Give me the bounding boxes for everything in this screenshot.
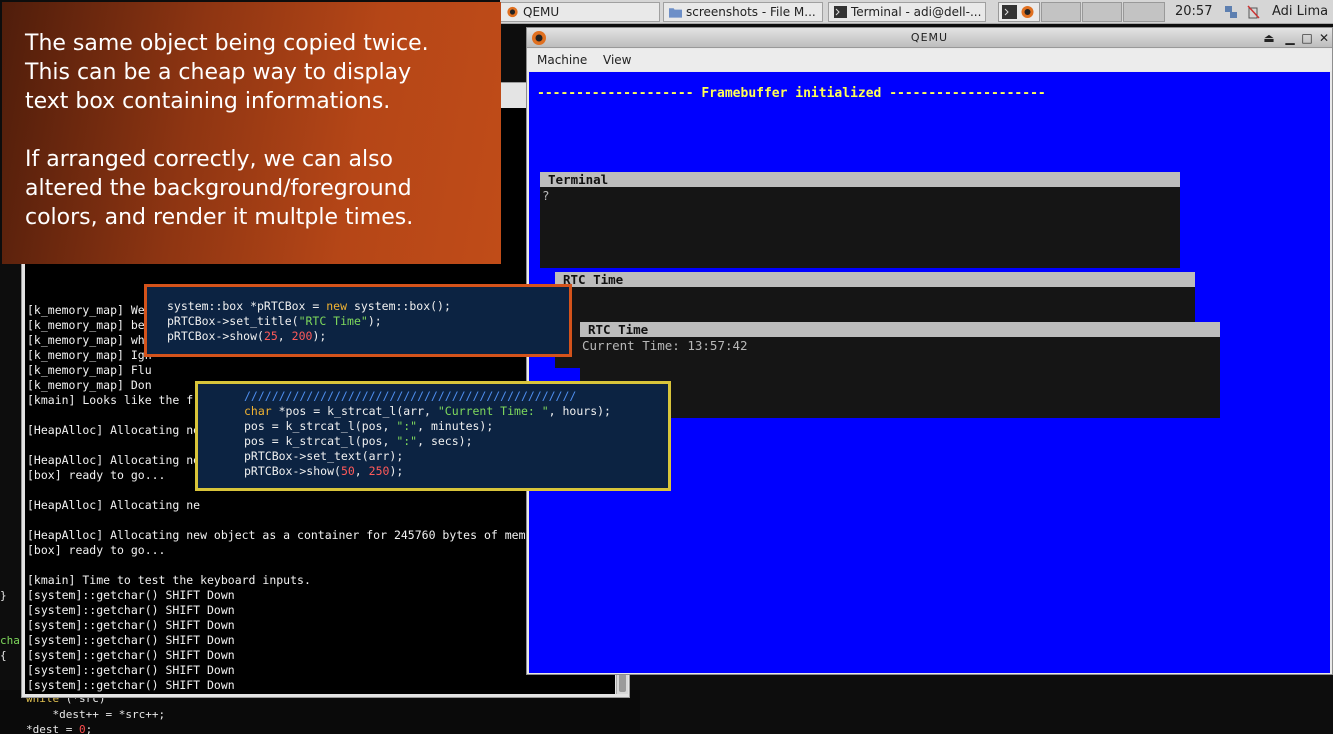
code-line: pRTCBox->set_title("RTC Time"); xyxy=(167,314,569,329)
code-line: pRTCBox->show(50, 250); xyxy=(244,464,668,479)
editor-line: *dest = 0; xyxy=(26,723,92,734)
qemu-icon xyxy=(507,6,518,18)
workspace-2[interactable] xyxy=(1041,2,1081,22)
code-text: pRTCBox->show( xyxy=(167,329,264,343)
taskbar-task-qemu[interactable]: QEMU xyxy=(500,2,660,22)
taskbar-task-terminal[interactable]: Terminal - adi@dell-... xyxy=(828,2,986,22)
terminal-line: [system]::getchar() SHIFT Down xyxy=(25,693,615,694)
terminal-icon xyxy=(834,6,847,18)
code-number: 50 xyxy=(340,464,355,478)
code-text: pRTCBox->set_title( xyxy=(167,314,299,328)
code-comment: ////////////////////////////////////////… xyxy=(244,389,577,403)
editor-line: *dest++ = *src++; xyxy=(26,708,166,721)
editor-text: ; xyxy=(85,723,93,734)
code-text: system::box(); xyxy=(347,299,451,313)
code-string: ":" xyxy=(396,434,418,448)
code-line: system::box *pRTCBox = new system::box()… xyxy=(167,299,569,314)
code-text: ); xyxy=(367,314,382,328)
task-label: QEMU xyxy=(523,5,560,19)
code-number: 25 xyxy=(263,329,278,343)
code-text: , minutes); xyxy=(417,419,494,433)
power-icon[interactable] xyxy=(1246,5,1260,19)
code-text: , secs); xyxy=(417,434,473,448)
clock[interactable]: 20:57 xyxy=(1175,4,1212,19)
code-string: ":" xyxy=(396,419,418,433)
editor-edge-brace: } xyxy=(0,589,7,602)
workspace-4[interactable] xyxy=(1123,2,1165,22)
minimize-icon[interactable]: ▁ xyxy=(1283,31,1297,45)
scrollbar-thumb[interactable] xyxy=(619,674,626,692)
code-number: 250 xyxy=(368,464,390,478)
code-string: "Current Time: " xyxy=(437,404,549,418)
workspace-3[interactable] xyxy=(1082,2,1122,22)
code-text: pRTCBox->show( xyxy=(244,464,341,478)
qemu-window: QEMU ⏏ ▁ □ ✕ Machine View --------------… xyxy=(526,27,1333,675)
code-callout-set-text: ////////////////////////////////////////… xyxy=(195,381,671,491)
code-text: pos = k_strcat_l(pos, xyxy=(244,434,397,448)
code-keyword: new xyxy=(326,299,348,313)
task-label: Terminal - adi@dell-... xyxy=(851,5,982,19)
menu-view[interactable]: View xyxy=(603,53,631,67)
fb-rtc-box-2: RTC Time Current Time: 13:57:42 xyxy=(580,322,1220,418)
workspace-1[interactable] xyxy=(998,2,1040,22)
fb-terminal-box: Terminal ? xyxy=(540,172,1180,268)
code-text: *pos = k_strcat_l(arr, xyxy=(271,404,438,418)
taskbar-task-file-manager[interactable]: screenshots - File M... xyxy=(663,2,823,22)
user-name[interactable]: Adi Lima xyxy=(1272,4,1328,19)
code-text: ); xyxy=(389,464,404,478)
qemu-icon xyxy=(1021,6,1034,18)
editor-number: 0 xyxy=(78,723,86,734)
slide-paragraph: If arranged correctly, we can also alter… xyxy=(25,147,414,230)
fb-box-text: Current Time: 13:57:42 xyxy=(582,338,748,353)
annotation-slide: The same object being copied twice. This… xyxy=(2,2,501,264)
code-text: , xyxy=(354,464,369,478)
fb-box-title: RTC Time xyxy=(580,322,1220,337)
code-callout-create-box: system::box *pRTCBox = new system::box()… xyxy=(144,284,572,357)
task-label: screenshots - File M... xyxy=(686,5,816,19)
shade-icon[interactable]: ⏏ xyxy=(1262,31,1276,45)
code-text: , hours); xyxy=(548,404,611,418)
close-icon[interactable]: ✕ xyxy=(1317,31,1331,45)
code-text: pos = k_strcat_l(pos, xyxy=(244,419,397,433)
code-line: pos = k_strcat_l(pos, ":", secs); xyxy=(244,434,668,449)
slide-paragraph: The same object being copied twice. This… xyxy=(25,31,429,114)
editor-text: *dest = xyxy=(26,723,79,734)
qemu-menubar: Machine View xyxy=(527,49,1332,71)
menu-machine[interactable]: Machine xyxy=(537,53,587,67)
fb-box-title: Terminal xyxy=(540,172,1180,187)
framebuffer-header: -------------------- Framebuffer initial… xyxy=(537,86,1046,101)
maximize-icon[interactable]: □ xyxy=(1300,31,1314,45)
code-text: , xyxy=(277,329,292,343)
code-text: system::box *pRTCBox = xyxy=(167,299,327,313)
code-text: ); xyxy=(312,329,327,343)
code-string: "RTC Time" xyxy=(298,314,368,328)
window-title: QEMU xyxy=(910,31,949,44)
framebuffer[interactable]: -------------------- Framebuffer initial… xyxy=(529,72,1330,673)
terminal-icon xyxy=(1002,5,1017,19)
qemu-titlebar[interactable]: QEMU ⏏ ▁ □ ✕ xyxy=(527,28,1332,48)
code-line: char *pos = k_strcat_l(arr, "Current Tim… xyxy=(244,404,668,419)
code-number: 200 xyxy=(291,329,313,343)
editor-edge-brace: { xyxy=(0,649,7,662)
code-line: pRTCBox->show(25, 200); xyxy=(167,329,569,344)
folder-icon xyxy=(669,8,682,18)
fb-box-text: ? xyxy=(542,188,550,203)
fb-box-title: RTC Time xyxy=(555,272,1195,287)
taskbar: QEMU screenshots - File M... Terminal - … xyxy=(500,0,1333,24)
code-line: pRTCBox->set_text(arr); xyxy=(244,449,404,463)
terminal-line: [system]::getchar() SHIFT Down xyxy=(27,678,235,692)
code-keyword: char xyxy=(244,404,272,418)
network-icon[interactable] xyxy=(1224,5,1238,19)
code-line: pos = k_strcat_l(pos, ":", minutes); xyxy=(244,419,668,434)
